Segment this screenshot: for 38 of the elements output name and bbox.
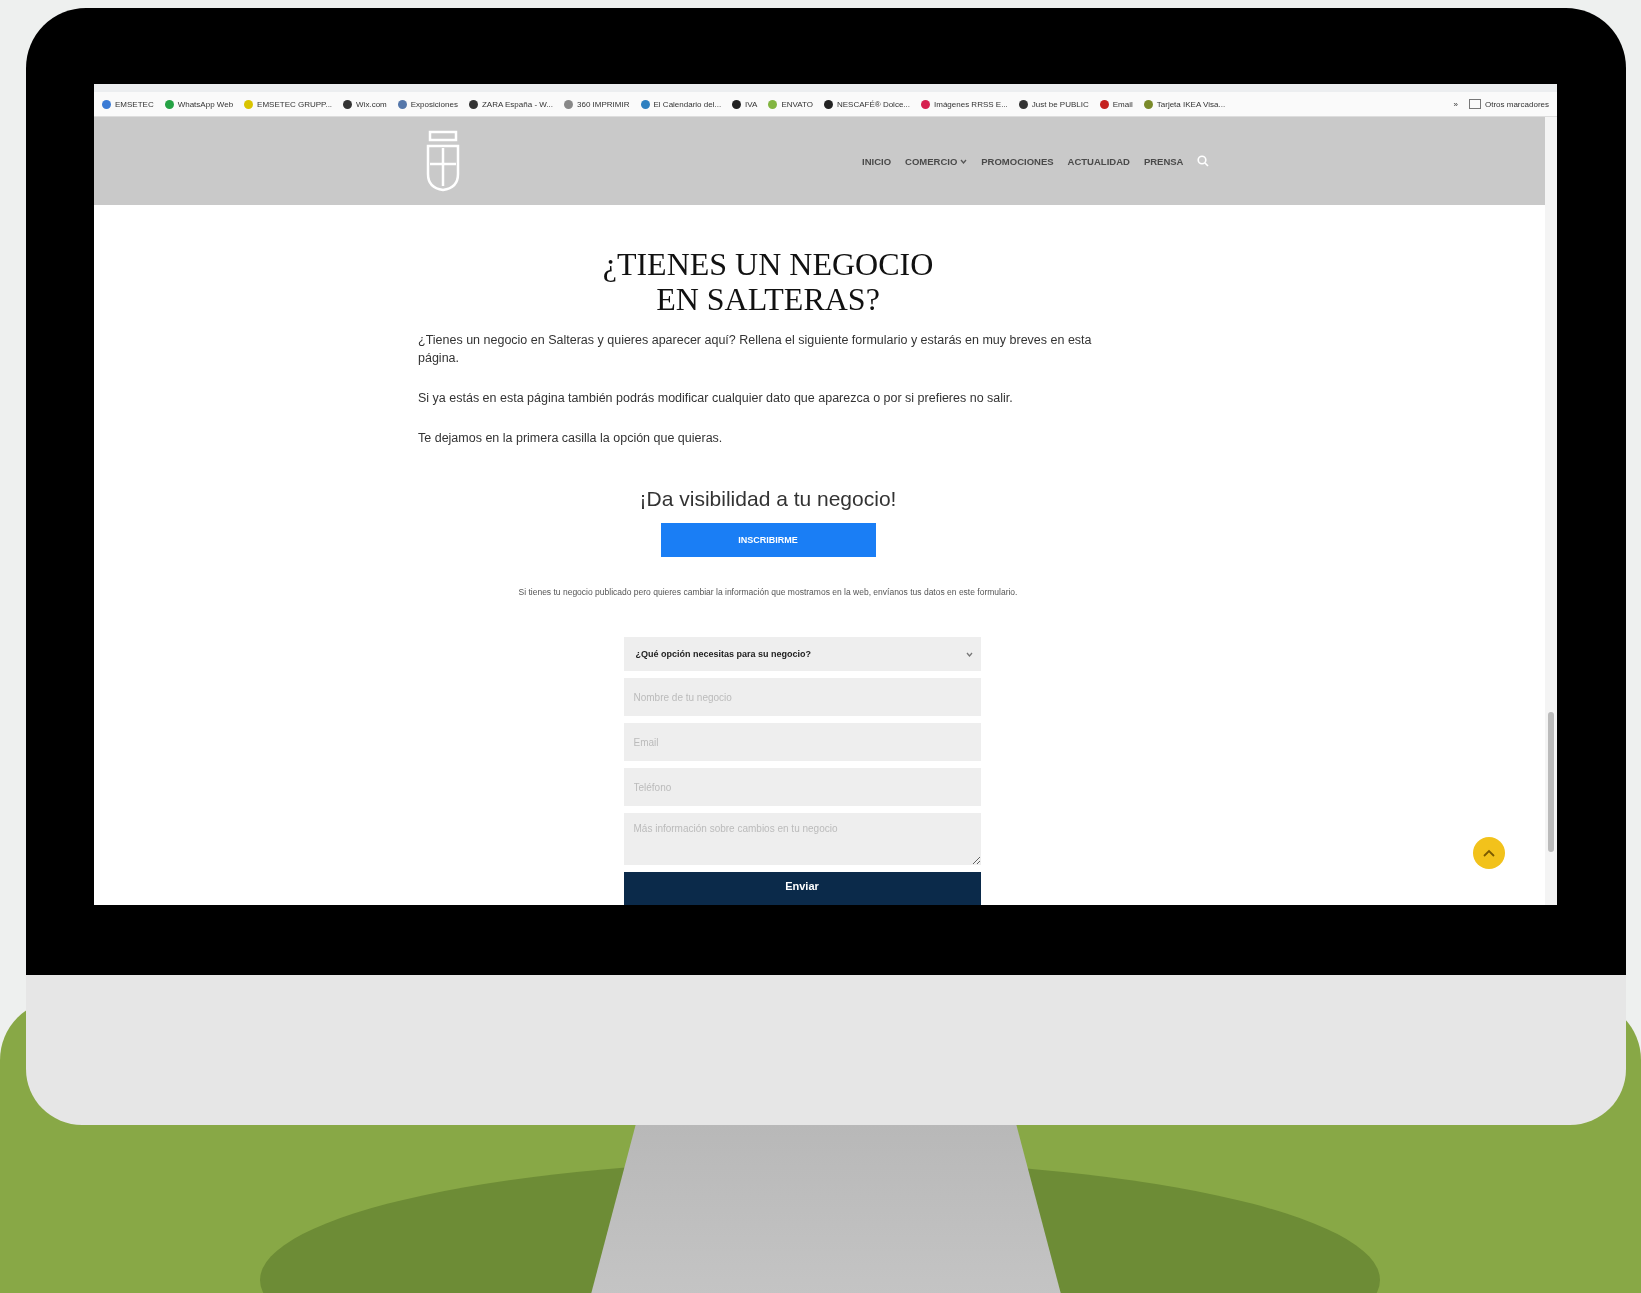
bookmark-link[interactable]: Email (1099, 99, 1133, 109)
bookmark-link[interactable]: Exposiciones (397, 99, 458, 109)
bookmark-link[interactable]: ENVATO (768, 99, 813, 109)
bookmark-link[interactable]: EMSETEC GRUPP... (244, 99, 333, 109)
bookmark-link[interactable]: ZARA España - W... (468, 99, 554, 109)
bookmark-link[interactable]: EMSETEC (102, 99, 154, 109)
bookmark-link[interactable]: El Calendario del... (640, 99, 722, 109)
nav-link[interactable]: ACTUALIDAD (1067, 155, 1130, 167)
nav-link[interactable]: INICIO (862, 155, 892, 167)
intro-paragraph: Te dejamos en la primera casilla la opción que quieras. (418, 430, 724, 447)
bookmark-link[interactable]: Imágenes RRSS E... (921, 99, 1008, 109)
other-bookmarks-link[interactable]: Otros marcadores (1468, 99, 1549, 109)
chevron-up-icon (1483, 849, 1495, 857)
bookmark-link[interactable]: WhatsApp Web (164, 99, 234, 109)
submit-button[interactable]: Enviar (623, 872, 981, 905)
bookmark-link[interactable]: Tarjeta IKEA Visa... (1143, 99, 1226, 109)
cta-heading: ¡Da visibilidad a tu negocio! (639, 487, 897, 511)
option-select[interactable]: ¿Qué opción necesitas para su negocio? (623, 637, 981, 671)
signup-button[interactable]: INSCRIBIRME (660, 523, 876, 557)
nav-link[interactable]: PRENSA (1143, 155, 1184, 167)
bookmark-link[interactable]: Just be PUBLIC (1018, 99, 1089, 109)
nav-link[interactable]: COMERCIO (905, 155, 968, 167)
crest-logo (424, 128, 462, 194)
caret-icon (965, 651, 973, 657)
bookmark-link[interactable]: 360 IMPRIMIR (564, 99, 630, 109)
note-text: Si tienes tu negocio publicado pero quieres cambiar la información que mostramos en la web, envíanos tus datos en este formulario. (518, 587, 1018, 597)
intro-paragraph: ¿Tienes un negocio en Salteras y quieres aparecer aquí? Rellena el siguiente formulario y estarás en muy breves en esta página. (418, 332, 1093, 367)
folder-icon (1468, 99, 1481, 109)
bookmark-link[interactable]: NESCAFÉ® Dolce... (824, 99, 910, 109)
scrollbar-thumb[interactable] (1548, 712, 1554, 852)
bookmark-link[interactable]: Wix.com (343, 99, 387, 109)
intro-paragraph: Si ya estás en esta página también podrás modificar cualquier dato que aparezca o por si prefieres no salir. (418, 390, 1014, 407)
more-bookmarks-button[interactable]: » (1453, 99, 1458, 109)
page-title: ¿TIENES UN NEGOCIO EN SALTERAS? (601, 247, 935, 317)
bookmark-link[interactable]: IVA (732, 99, 758, 109)
nav-link[interactable]: PROMOCIONES (981, 155, 1054, 167)
scroll-top-button[interactable] (1473, 837, 1505, 869)
search-icon[interactable] (1197, 155, 1210, 167)
